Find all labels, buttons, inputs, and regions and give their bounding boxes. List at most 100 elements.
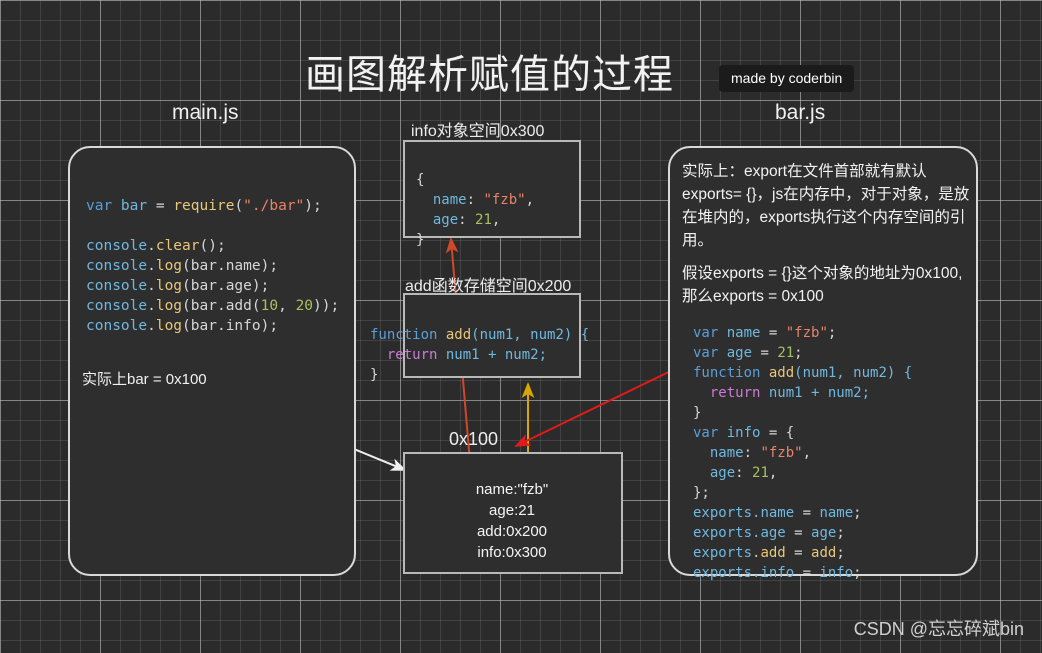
code-token-comma: , <box>525 192 535 208</box>
bar-js-note-2: 假设exports = {}这个对象的地址为0x100,那么exports = … <box>682 265 963 305</box>
code-token-log-add: (bar.add( <box>182 298 261 314</box>
code-token-name: name <box>718 325 769 341</box>
code-token-log: log <box>155 298 183 314</box>
code-token-semi: ; <box>827 325 837 341</box>
code-token-eq: = <box>155 198 174 214</box>
code-token-function: function <box>370 327 446 343</box>
code-token-semi: ; <box>853 505 862 521</box>
code-token-close2: )); <box>313 298 340 314</box>
code-token-name-val: "fzb" <box>483 192 526 208</box>
label-info-object-space: info对象空间0x300 <box>411 123 545 140</box>
code-token-dot: . <box>147 278 156 294</box>
code-token-log: log <box>155 258 183 274</box>
code-token-close: ); <box>304 198 322 214</box>
code-token-paren: ( <box>234 198 244 214</box>
code-token-add: add <box>445 327 472 343</box>
heap-entry-add: add:0x200 <box>476 523 548 540</box>
code-token-log-info: (bar.info); <box>182 318 279 334</box>
code-token-brace-close-semi: }; <box>693 485 710 501</box>
code-token-dot: . <box>147 318 156 334</box>
add-function-code: function add(num1, num2) { return num1 +… <box>370 305 589 385</box>
code-token-eq: = <box>794 525 812 541</box>
code-token-info: info <box>718 425 769 441</box>
code-token-return: return <box>370 347 446 363</box>
code-token-eq: = <box>802 505 820 521</box>
code-token-dot: . <box>147 238 156 254</box>
code-token-exports: exports <box>693 525 753 541</box>
code-token-exports: exports <box>693 545 753 561</box>
code-token-eq: = <box>794 545 812 561</box>
info-object-code: { name: "fzb", age: 21, } <box>416 150 534 270</box>
info-object-box: { name: "fzb", age: 21, } <box>403 140 581 248</box>
bar-js-note-1: 实际上：export在文件首部就有默认exports= {}，js在内存中，对于… <box>682 163 970 249</box>
bar-js-panel: 实际上：export在文件首部就有默认exports= {}，js在内存中，对于… <box>668 146 978 581</box>
code-token-val-name: name <box>819 505 854 521</box>
label-main-js: main.js <box>172 101 239 124</box>
code-token-path: "./bar" <box>243 198 305 214</box>
main-js-panel: var bar = require("./bar"); console.clea… <box>68 146 356 576</box>
code-token-age: age <box>718 345 761 361</box>
code-token-prop-add: .add <box>752 545 795 561</box>
code-token-name-key: name <box>693 445 744 461</box>
code-token-age-key: age <box>693 465 736 481</box>
code-token-age-val: 21 <box>475 212 492 228</box>
code-token-semi: ; <box>853 565 862 581</box>
code-token-ten: 10 <box>260 298 279 314</box>
code-token-brace-close: } <box>370 367 379 383</box>
code-token-twenty: 20 <box>295 298 314 314</box>
code-token-var: var <box>693 345 719 361</box>
code-token-colon: : <box>458 212 476 228</box>
code-token-val-age: age <box>811 525 837 541</box>
heap-entry-info: info:0x300 <box>477 544 547 561</box>
code-token-semi: ; <box>836 525 845 541</box>
code-token-eq: = <box>760 345 778 361</box>
annotation-bar-address: 实际上bar = 0x100 <box>82 371 207 388</box>
code-token-colon: : <box>466 192 484 208</box>
code-token-semi: ; <box>794 345 803 361</box>
code-token-eq: = <box>768 325 786 341</box>
code-token-add-args: (num1, num2) { <box>794 365 913 381</box>
code-token-clear: clear <box>155 238 200 254</box>
code-token-colon: : <box>735 465 753 481</box>
csdn-watermark: CSDN @忘忘碎斌bin <box>853 619 1024 639</box>
code-token-console: console <box>86 258 148 274</box>
code-token-require: require <box>173 198 235 214</box>
code-token-age-val: 21 <box>752 465 769 481</box>
code-token-bar: bar <box>112 198 156 214</box>
heap-entry-age: age:21 <box>489 502 535 519</box>
code-token-var: var <box>86 198 113 214</box>
code-token-21: 21 <box>777 345 795 361</box>
code-token-brace-open: = { <box>768 425 795 441</box>
code-token-log: log <box>155 278 183 294</box>
label-heap-address: 0x100 <box>449 429 499 449</box>
bar-js-code: var name = "fzb"; var age = 21; function… <box>693 303 912 603</box>
code-token-colon: : <box>743 445 761 461</box>
code-token-console: console <box>86 318 148 334</box>
code-token-var: var <box>693 325 719 341</box>
code-token-function: function <box>693 365 769 381</box>
code-token-fzb: "fzb" <box>785 325 828 341</box>
code-token-sum: num1 + num2; <box>768 385 871 401</box>
code-token-name-val: "fzb" <box>760 445 803 461</box>
code-token-return: return <box>693 385 769 401</box>
code-token-log-name: (bar.name); <box>182 258 279 274</box>
code-token-exports: exports <box>693 565 753 581</box>
code-token-comma: , <box>278 298 296 314</box>
code-token-add: add <box>768 365 795 381</box>
code-token-console: console <box>86 238 148 254</box>
code-token-console: console <box>86 298 148 314</box>
code-token-semi: ; <box>836 545 845 561</box>
main-js-code: var bar = require("./bar"); console.clea… <box>86 176 339 356</box>
code-token-dot: . <box>147 298 156 314</box>
code-token-name-key: name <box>416 192 467 208</box>
code-token-console: console <box>86 278 148 294</box>
code-token-comma: , <box>802 445 812 461</box>
page-title: 画图解析赋值的过程 <box>305 53 674 97</box>
code-token-var: var <box>693 425 719 441</box>
code-token-brace-close: } <box>416 232 425 248</box>
code-token-prop-name: .name <box>752 505 803 521</box>
code-token-exports: exports <box>693 505 753 521</box>
code-token-add-args: (num1, num2) { <box>471 327 590 343</box>
heap-entry-name: name:"fzb" <box>475 481 549 498</box>
code-token-clear-args: (); <box>199 238 226 254</box>
